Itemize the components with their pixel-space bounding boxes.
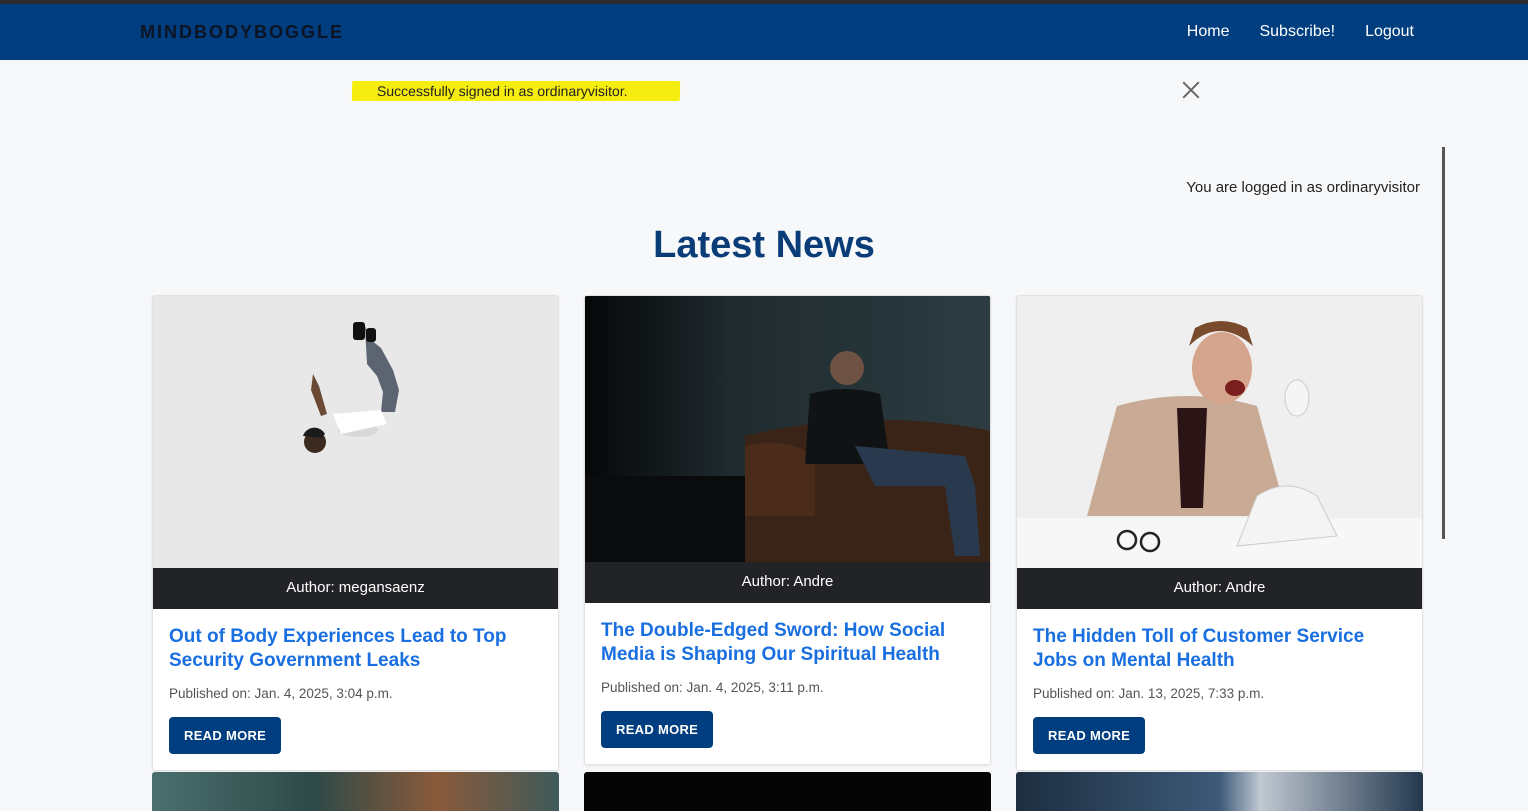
author-label: Author: megansaenz: [153, 568, 558, 609]
published-date: Published on: Jan. 4, 2025, 3:04 p.m.: [169, 686, 393, 701]
scrollbar[interactable]: [1442, 147, 1445, 539]
article-card-preview[interactable]: [1016, 772, 1423, 811]
read-more-button[interactable]: READ MORE: [1033, 717, 1146, 754]
author-label: Author: Andre: [1017, 568, 1422, 609]
nav-home-link[interactable]: Home: [1187, 23, 1230, 41]
nav-links: Home Subscribe! Logout: [1187, 23, 1414, 41]
author-label: Author: Andre: [585, 562, 990, 603]
article-title-link[interactable]: The Double-Edged Sword: How Social Media…: [601, 619, 974, 667]
nav-subscribe-link[interactable]: Subscribe!: [1259, 23, 1335, 41]
article-image[interactable]: [153, 296, 558, 568]
article-card: Author: megansaenz Out of Body Experienc…: [152, 295, 559, 771]
card-body: The Double-Edged Sword: How Social Media…: [585, 603, 990, 764]
published-date: Published on: Jan. 4, 2025, 3:11 p.m.: [601, 680, 824, 695]
card-body: Out of Body Experiences Lead to Top Secu…: [153, 609, 558, 770]
page-title: Latest News: [653, 224, 875, 266]
article-card-preview[interactable]: [152, 772, 559, 811]
read-more-button[interactable]: READ MORE: [169, 717, 282, 754]
card-body: The Hidden Toll of Customer Service Jobs…: [1017, 609, 1422, 770]
article-image[interactable]: [585, 296, 990, 562]
brand-logo[interactable]: MINDBODYBOGGLE: [140, 22, 344, 43]
article-card: Author: Andre The Hidden Toll of Custome…: [1016, 295, 1423, 771]
man-on-sofa-photo: [585, 296, 990, 562]
article-card-preview[interactable]: [584, 772, 991, 811]
read-more-button[interactable]: READ MORE: [601, 711, 714, 748]
close-icon[interactable]: [1180, 78, 1202, 100]
published-date: Published on: Jan. 13, 2025, 7:33 p.m.: [1033, 686, 1265, 701]
nav-logout-link[interactable]: Logout: [1365, 23, 1414, 41]
falling-man-illustration: [153, 296, 558, 568]
alert-message: Successfully signed in as ordinaryvisito…: [351, 81, 680, 101]
login-status: You are logged in as ordinaryvisitor: [1186, 179, 1420, 196]
article-card: Author: Andre The Double-Edged Sword: Ho…: [584, 295, 991, 765]
navbar: MINDBODYBOGGLE Home Subscribe! Logout: [0, 4, 1528, 60]
success-alert: Successfully signed in as ordinaryvisito…: [351, 78, 1212, 106]
shouting-man-phone-photo: [1017, 296, 1422, 568]
article-title-link[interactable]: Out of Body Experiences Lead to Top Secu…: [169, 625, 542, 673]
article-image[interactable]: [1017, 296, 1422, 568]
article-title-link[interactable]: The Hidden Toll of Customer Service Jobs…: [1033, 625, 1406, 673]
